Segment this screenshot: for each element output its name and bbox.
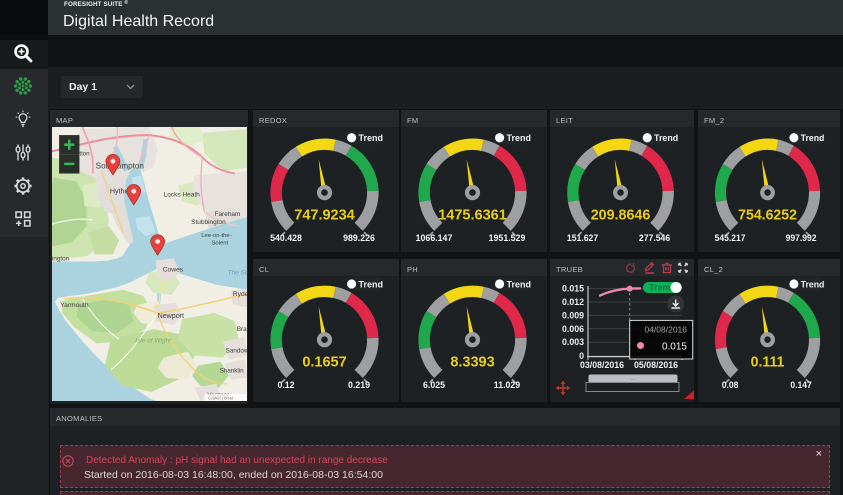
svg-text:0.12: 0.12 [277,380,294,390]
svg-text:1951.529: 1951.529 [489,233,526,243]
svg-text:Trend: Trend [507,279,532,289]
svg-text:Stubbington: Stubbington [191,219,226,226]
svg-text:0.015: 0.015 [562,284,584,294]
svg-text:0.006: 0.006 [562,324,584,334]
svg-text:0.015: 0.015 [662,342,687,353]
svg-text:Trend: Trend [359,133,384,143]
svg-text:Ryde: Ryde [233,291,247,298]
svg-text:Shanklin: Shanklin [220,368,245,375]
svg-text:0.111: 0.111 [751,354,785,370]
svg-text:0.08: 0.08 [722,380,739,390]
svg-text:747.9234: 747.9234 [294,208,354,224]
svg-text:ington: ington [52,255,70,262]
svg-text:Trend: Trend [654,133,678,143]
svg-text:Trend: Trend [801,279,825,289]
svg-text:8.3393: 8.3393 [450,355,494,371]
svg-text:540.428: 540.428 [270,233,302,243]
svg-text:Trend: Trend [801,133,825,143]
svg-text:Yarmouth: Yarmouth [60,302,89,309]
svg-text:04/08/2016: 04/08/2016 [644,325,687,335]
svg-text:Fareham: Fareham [215,211,241,218]
svg-text:277.546: 277.546 [639,233,670,243]
svg-text:989.226: 989.226 [343,233,375,243]
svg-text:0.009: 0.009 [562,310,584,320]
svg-text:997.992: 997.992 [786,233,817,243]
svg-text:151.627: 151.627 [567,233,598,243]
svg-text:05/08/2016: 05/08/2016 [634,360,678,370]
svg-text:Hythe: Hythe [110,188,129,196]
svg-text:11.029: 11.029 [494,380,521,390]
svg-text:0.1657: 0.1657 [302,355,346,371]
svg-text:Trend: Trend [359,279,384,289]
svg-text:tton: tton [79,150,89,157]
svg-text:Cowes: Cowes [163,267,184,274]
svg-text:1066.147: 1066.147 [416,233,453,243]
svg-text:Newport: Newport [158,312,184,320]
svg-text:Trend: Trend [507,133,532,143]
svg-text:Leaflet | OSM: Leaflet | OSM [208,395,233,400]
svg-text:The So: The So [228,270,247,277]
svg-text:Locks Heath: Locks Heath [164,192,200,199]
svg-text:Bra: Bra [237,326,247,333]
svg-text:Sandown: Sandown [226,347,247,354]
svg-text:Solent: Solent [211,240,228,246]
svg-text:Isle of Wight: Isle of Wight [135,337,172,344]
svg-text:...: ... [631,376,635,382]
svg-text:0.219: 0.219 [348,380,370,390]
svg-text:545.217: 545.217 [715,233,746,243]
svg-text:03/08/2016: 03/08/2016 [580,360,624,370]
svg-text:Trend: Trend [649,283,674,293]
svg-text:754.6252: 754.6252 [738,207,797,223]
svg-text:6.025: 6.025 [423,380,445,390]
svg-text:209.8646: 209.8646 [591,207,651,223]
svg-text:1475.6361: 1475.6361 [438,208,507,224]
svg-text:0.012: 0.012 [562,297,584,307]
svg-text:0.003: 0.003 [562,337,584,347]
svg-text:0.147: 0.147 [790,380,812,390]
svg-text:Lee-on-the-: Lee-on-the- [201,233,231,239]
